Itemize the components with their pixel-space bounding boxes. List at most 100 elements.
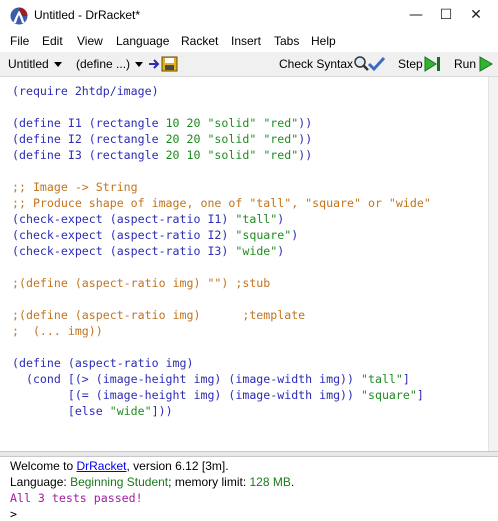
code-token: (check-expect (aspect-ratio I1)	[12, 212, 236, 226]
code-token: (define I2 (rectangle	[12, 132, 166, 146]
test-result: All 3 tests passed!	[10, 491, 143, 505]
editor-scrollbar[interactable]	[488, 77, 498, 451]
code-token: )	[291, 228, 299, 242]
code-line[interactable]: ;; Image -> String	[12, 179, 431, 195]
menu-racket[interactable]: Racket	[181, 34, 218, 48]
code-line[interactable]: (check-expect (aspect-ratio I2) "square"…	[12, 227, 431, 243]
code-token: ]))	[151, 404, 173, 418]
maximize-button[interactable]: ☐	[436, 6, 456, 24]
code-token: "wide"	[109, 404, 152, 418]
code-token: (cond [(> (image-height img) (image-widt…	[12, 372, 362, 386]
code-line[interactable]	[12, 163, 431, 179]
code-token: "wide"	[235, 244, 278, 258]
repl-prompt[interactable]: >	[10, 507, 17, 521]
code-line[interactable]	[12, 339, 431, 355]
code-line[interactable]: (cond [(> (image-height img) (image-widt…	[12, 371, 431, 387]
window-title: Untitled - DrRacket*	[34, 8, 141, 22]
code-token: ))	[298, 116, 313, 130]
dropdown-arrow-icon	[54, 61, 63, 67]
run-button[interactable]: Run	[454, 57, 476, 71]
code-token: "solid"	[207, 132, 257, 146]
code-line[interactable]: ;; Produce shape of image, one of "tall"…	[12, 195, 431, 211]
language-end: .	[290, 475, 295, 489]
code-line[interactable]: (define (aspect-ratio img)	[12, 355, 431, 371]
close-button[interactable]: ✕	[466, 6, 486, 24]
code-token: (check-expect (aspect-ratio I3)	[12, 244, 236, 258]
menu-help[interactable]: Help	[311, 34, 336, 48]
code-line[interactable]: (define I1 (rectangle 10 20 "solid" "red…	[12, 115, 431, 131]
code-line[interactable]: [(= (image-height img) (image-width img)…	[12, 387, 431, 403]
code-token: ;; Produce shape of image, one of "tall"…	[12, 196, 431, 210]
code-token: "red"	[263, 116, 299, 130]
code-token: ))	[298, 132, 313, 146]
code-line[interactable]: (check-expect (aspect-ratio I3) "wide")	[12, 243, 431, 259]
define-dropdown[interactable]: (define ...)	[76, 57, 144, 71]
menu-insert[interactable]: Insert	[231, 34, 261, 48]
code-token: ]	[416, 388, 424, 402]
code-text[interactable]: (require 2htdp/image) (define I1 (rectang…	[12, 83, 431, 419]
code-line[interactable]: [else "wide"]))	[12, 403, 431, 419]
step-icon[interactable]	[424, 56, 442, 72]
code-line[interactable]	[12, 291, 431, 307]
code-line[interactable]: (define I2 (rectangle 20 20 "solid" "red…	[12, 131, 431, 147]
code-token: 20 20	[165, 132, 201, 146]
welcome-line: Welcome to DrRacket, version 6.12 [3m].	[10, 459, 229, 473]
code-line[interactable]: ;(define (aspect-ratio img) ;template	[12, 307, 431, 323]
code-token: ;(define (aspect-ratio img) "") ;stub	[12, 276, 271, 290]
code-line[interactable]	[12, 259, 431, 275]
code-token: "square"	[235, 228, 292, 242]
interactions-pane[interactable]: Welcome to DrRacket, version 6.12 [3m]. …	[0, 457, 498, 521]
code-token: ;; Image -> String	[12, 180, 138, 194]
save-icon[interactable]	[148, 56, 180, 72]
code-line[interactable]: ;(define (aspect-ratio img) "") ;stub	[12, 275, 431, 291]
check-syntax-button[interactable]: Check Syntax	[279, 57, 353, 71]
menu-language[interactable]: Language	[116, 34, 169, 48]
step-button[interactable]: Step	[398, 57, 423, 71]
check-syntax-label: Check Syntax	[279, 57, 354, 71]
code-token: )	[277, 212, 285, 226]
toolbar: Untitled (define ...) Check Syntax Step …	[0, 52, 498, 77]
code-line[interactable]: ; (... img))	[12, 323, 431, 339]
code-token: ;(define (aspect-ratio img) ;template	[12, 308, 306, 322]
menu-file[interactable]: File	[10, 34, 29, 48]
drracket-link[interactable]: DrRacket	[76, 459, 126, 473]
definitions-editor[interactable]: (require 2htdp/image) (define I1 (rectang…	[0, 77, 488, 451]
code-line[interactable]: (define I3 (rectangle 20 10 "solid" "red…	[12, 147, 431, 163]
code-line[interactable]: (require 2htdp/image)	[12, 83, 431, 99]
code-line[interactable]: (check-expect (aspect-ratio I1) "tall")	[12, 211, 431, 227]
drracket-logo-icon	[10, 7, 28, 25]
code-token: "solid"	[207, 148, 257, 162]
menu-tabs[interactable]: Tabs	[274, 34, 299, 48]
menu-view[interactable]: View	[77, 34, 103, 48]
code-token: "square"	[361, 388, 417, 402]
define-dropdown-label: (define ...)	[76, 57, 131, 71]
magnifier-check-icon[interactable]	[352, 55, 386, 73]
language-name: Beginning Student	[70, 475, 169, 489]
code-token: (define I3 (rectangle	[12, 148, 166, 162]
step-label: Step	[398, 57, 423, 71]
code-token: 20 10	[165, 148, 201, 162]
code-token: (require 2htdp/image)	[12, 84, 159, 98]
code-token: "red"	[263, 148, 299, 162]
menu-bar: File Edit View Language Racket Insert Ta…	[0, 32, 498, 52]
run-icon[interactable]	[479, 56, 493, 72]
code-token: "tall"	[235, 212, 278, 226]
minimize-button[interactable]: —	[406, 6, 426, 24]
language-line: Language: Beginning Student; memory limi…	[10, 475, 294, 489]
code-token: 10 20	[165, 116, 201, 130]
memory-value: 128 MB	[249, 475, 291, 489]
code-token: "tall"	[361, 372, 403, 386]
code-token: (check-expect (aspect-ratio I2)	[12, 228, 236, 242]
menu-edit[interactable]: Edit	[42, 34, 63, 48]
file-dropdown[interactable]: Untitled	[8, 57, 63, 71]
code-token: [(= (image-height img) (image-width img)…	[12, 388, 362, 402]
code-token: ; (... img))	[12, 324, 103, 338]
code-line[interactable]	[12, 99, 431, 115]
dropdown-arrow-icon	[135, 61, 144, 67]
code-token: )	[277, 244, 285, 258]
code-token: "red"	[263, 132, 299, 146]
memory-label: ; memory limit:	[168, 475, 250, 489]
code-token: "solid"	[207, 116, 257, 130]
file-dropdown-label: Untitled	[8, 57, 49, 71]
welcome-prefix: Welcome to	[10, 459, 77, 473]
